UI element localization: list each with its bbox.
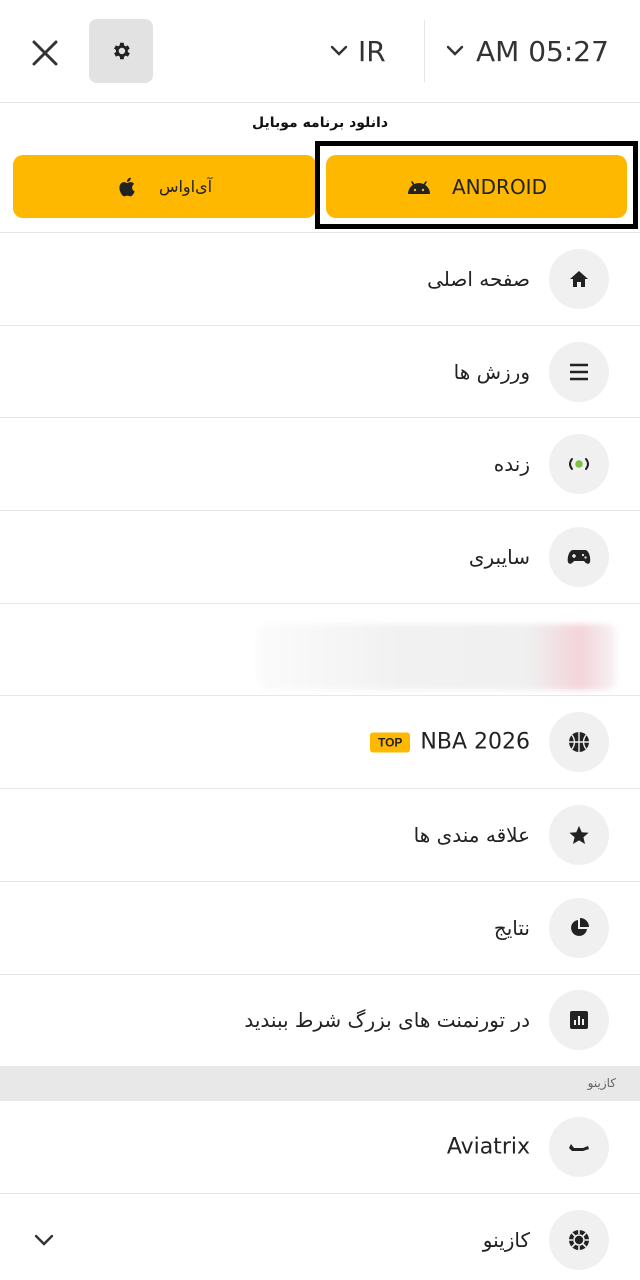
close-icon xyxy=(32,40,58,66)
language-label: IR xyxy=(358,34,386,68)
menu-item-home[interactable]: صفحه اصلی xyxy=(0,233,640,326)
menu-item-label: TOP NBA 2026 xyxy=(369,730,530,755)
basketball-icon xyxy=(569,732,589,753)
menu-item-label: نتایج xyxy=(493,915,530,940)
list-icon xyxy=(570,363,588,380)
settings-button[interactable] xyxy=(89,19,153,83)
pie-chart-icon-wrap xyxy=(549,897,609,958)
android-download-button[interactable]: ANDROID xyxy=(326,155,627,218)
menu-item-sports[interactable]: ورزش ها xyxy=(0,326,640,419)
ios-download-button[interactable]: آی‌اواس xyxy=(13,155,316,218)
language-selector[interactable]: IR xyxy=(330,26,386,76)
chevron-down-icon xyxy=(330,45,348,56)
gamepad-icon xyxy=(567,549,591,564)
menu-item-label: علاقه مندی ها xyxy=(413,822,530,847)
menu-item-favorites[interactable]: علاقه مندی ها xyxy=(0,789,640,882)
live-icon xyxy=(569,458,589,471)
menu-item-label: صفحه اصلی xyxy=(427,266,530,291)
gamepad-icon-wrap xyxy=(549,526,609,587)
menu-item-aviatrix[interactable]: Aviatrix xyxy=(0,1101,640,1194)
menu-item-label: ورزش ها xyxy=(453,359,530,384)
menu-item-live[interactable]: زنده xyxy=(0,418,640,512)
bar-chart-icon-wrap xyxy=(549,990,609,1051)
casino-chip-icon xyxy=(569,1230,589,1251)
live-icon-wrap xyxy=(549,434,609,495)
chevron-down-icon[interactable] xyxy=(34,1234,54,1246)
casino-section-title: کازینو xyxy=(587,1076,616,1091)
apple-icon xyxy=(119,177,135,196)
star-icon xyxy=(569,825,589,844)
menu-item-blurred[interactable] xyxy=(0,604,640,697)
time-selector[interactable]: AM 05:27 xyxy=(446,26,609,76)
menu-item-nba[interactable]: TOP NBA 2026 xyxy=(0,696,640,790)
menu-item-label: Aviatrix xyxy=(446,1134,530,1160)
top-bar: IR AM 05:27 xyxy=(0,0,640,103)
menu-item-label: در تورنمنت های بزرگ شرط ببندید xyxy=(244,1008,530,1033)
star-icon-wrap xyxy=(549,804,609,865)
menu-item-label: زنده xyxy=(493,452,530,477)
menu-item-results[interactable]: نتایج xyxy=(0,882,640,975)
casino-section-header: کازینو xyxy=(0,1067,640,1102)
plane-icon xyxy=(569,1144,589,1152)
pie-chart-icon xyxy=(571,917,589,936)
download-app-title: دانلود برنامه موبایل xyxy=(251,115,388,131)
android-download-label: ANDROID xyxy=(452,174,547,199)
plane-icon-wrap xyxy=(549,1117,609,1178)
chevron-down-icon xyxy=(446,45,464,56)
menu-item-label: کازینو xyxy=(482,1228,530,1253)
time-label: AM 05:27 xyxy=(476,34,609,68)
main-menu: صفحه اصلی ورزش ها زنده سایبری TOP NBA 20… xyxy=(0,233,640,1280)
list-icon-wrap xyxy=(549,341,609,402)
blurred-content xyxy=(258,623,616,690)
ios-download-label: آی‌اواس xyxy=(158,177,213,196)
menu-item-label: سایبری xyxy=(468,544,530,569)
header-divider xyxy=(424,20,425,82)
gear-icon xyxy=(114,42,130,60)
home-icon-wrap xyxy=(549,248,609,309)
menu-item-tournaments[interactable]: در تورنمنت های بزرگ شرط ببندید xyxy=(0,975,640,1068)
menu-item-cyber[interactable]: سایبری xyxy=(0,511,640,604)
android-icon xyxy=(408,180,430,194)
basketball-icon-wrap xyxy=(549,712,609,773)
bar-chart-icon xyxy=(570,1011,588,1030)
menu-item-casino[interactable]: کازینو xyxy=(0,1194,640,1280)
casino-chip-icon-wrap xyxy=(549,1210,609,1271)
home-icon xyxy=(570,270,588,287)
close-button[interactable] xyxy=(22,30,68,76)
top-badge: TOP xyxy=(369,732,411,753)
